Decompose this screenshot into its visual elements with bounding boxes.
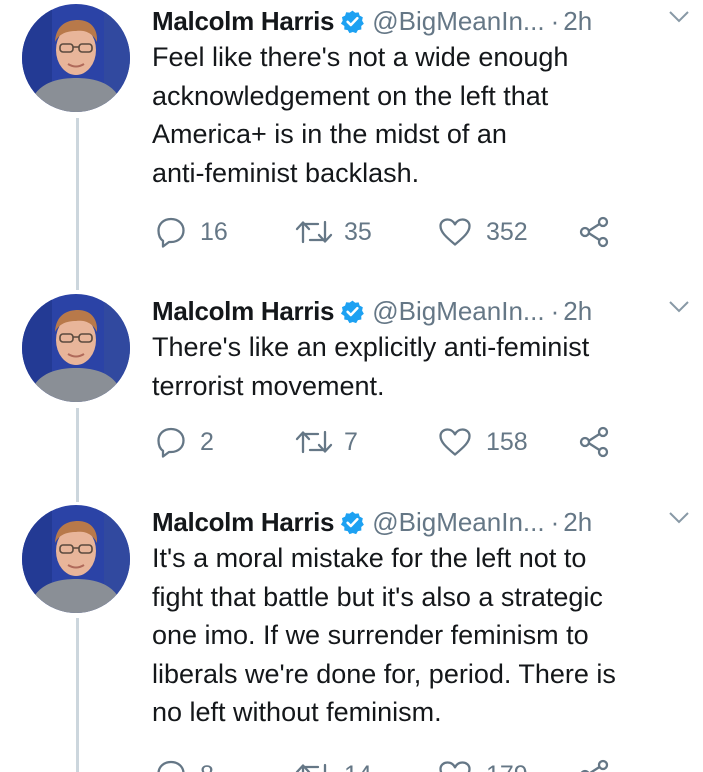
author-name[interactable]: Malcolm Harris [152,6,335,37]
chevron-down-icon[interactable] [668,511,690,525]
text-line: There's like an explicitly anti-feminist [152,332,590,362]
author-handle[interactable]: @BigMeanIn... [372,296,544,327]
author-handle[interactable]: @BigMeanIn... [372,6,544,37]
like-button[interactable]: 158 [438,422,528,462]
avatar[interactable] [22,294,130,402]
retweet-icon [295,763,327,772]
share-icon [580,759,609,772]
chevron-down-icon[interactable] [668,10,690,24]
text-line: acknowledgement on the left that [152,80,549,111]
reply-button[interactable]: 2 [156,422,214,462]
like-button[interactable]: 352 [438,212,528,252]
retweet-button[interactable]: 7 [294,422,358,462]
verified-badge-icon [341,300,365,323]
verified-badge-icon [341,10,365,33]
retweet-button[interactable]: 14 [294,755,372,772]
reply-count: 8 [200,761,214,772]
retweet-icon [295,220,333,244]
tweet[interactable]: Malcolm Harris @BigMeanIn... · 2h It's a… [0,505,703,772]
avatar[interactable] [22,505,130,613]
reply-icon [157,427,185,458]
reply-button[interactable]: 8 [156,755,214,772]
share-button[interactable] [578,212,610,252]
retweet-icon [295,430,333,454]
text-line: no left without feminism. [152,697,442,727]
verified-badge-icon [341,511,365,534]
share-icon [579,426,609,458]
reply-icon [157,760,185,772]
like-count: 179 [486,761,528,772]
action-bar: 16 35 352 [152,212,622,252]
text-line: one imo. If we surrender feminism to [152,620,589,650]
timestamp[interactable]: 2h [563,296,592,327]
timestamp[interactable]: 2h [563,507,592,538]
timestamp[interactable]: 2h [563,6,592,37]
like-count: 158 [486,427,528,456]
text-line: America+ is in the midst of an [152,119,507,149]
author-name[interactable]: Malcolm Harris [152,507,335,538]
text-line: It's a moral mistake for the left not to [152,543,587,573]
text-line: Feel like there's not a wide enough [152,42,569,72]
chevron-down-icon[interactable] [668,300,690,314]
reply-button[interactable]: 16 [156,212,228,252]
author-name[interactable]: Malcolm Harris [152,296,335,327]
tweet-text: Feel like there's not a wide enough ackn… [152,38,682,192]
separator: · [550,506,560,537]
avatar[interactable] [22,4,130,112]
text-line: terrorist movement. [152,370,385,401]
like-icon [439,761,471,772]
reply-count: 16 [200,217,228,246]
reply-count: 2 [200,427,214,456]
action-bar: 2 7 158 [152,422,622,462]
like-icon [439,428,471,456]
share-icon [579,216,609,248]
text-line: fight that battle but it's also a strate… [152,581,603,612]
like-count: 352 [486,217,528,246]
like-icon [439,218,471,246]
action-bar: 8 14 179 [152,755,622,772]
text-line: anti-feminist backlash. [152,157,420,188]
tweet-header: Malcolm Harris @BigMeanIn... · 2h [152,294,697,328]
tweet-header: Malcolm Harris @BigMeanIn... · 2h [152,505,697,539]
text-line: liberals we're done for, period. There i… [152,658,616,689]
tweet-text: It's a moral mistake for the left not to… [152,539,682,732]
like-button[interactable]: 179 [438,755,528,772]
share-button[interactable] [578,422,610,462]
tweet-header: Malcolm Harris @BigMeanIn... · 2h [152,4,697,38]
share-button[interactable] [578,755,610,772]
tweet-text: There's like an explicitly anti-feminist… [152,328,682,405]
separator: · [550,5,560,36]
retweet-count: 7 [344,427,358,456]
separator: · [550,295,560,326]
retweet-count: 14 [344,761,372,772]
retweet-count: 35 [344,217,372,246]
tweet[interactable]: Malcolm Harris @BigMeanIn... · 2h Feel l… [0,4,703,274]
tweet[interactable]: Malcolm Harris @BigMeanIn... · 2h There'… [0,294,703,484]
reply-icon [157,217,185,248]
author-handle[interactable]: @BigMeanIn... [372,507,544,538]
retweet-button[interactable]: 35 [294,212,372,252]
